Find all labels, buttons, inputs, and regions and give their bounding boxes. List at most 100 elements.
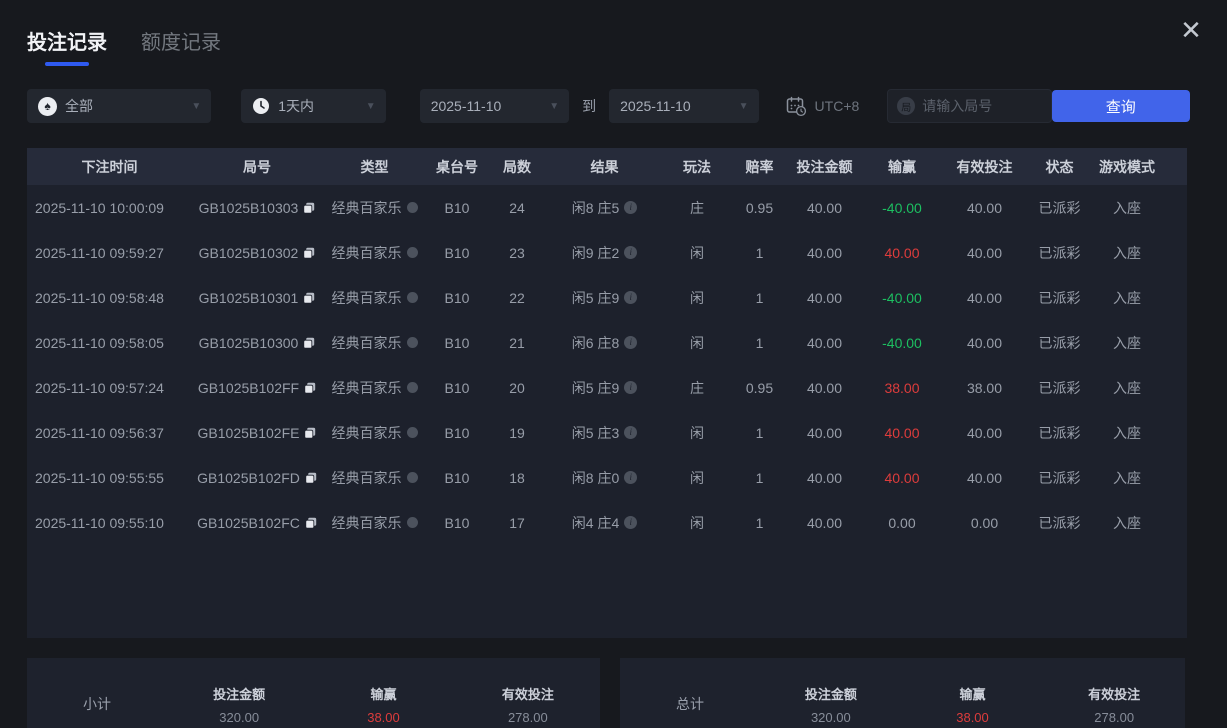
cell-valid-bet: 40.00 — [942, 200, 1027, 216]
tab-bar: 投注记录 额度记录 — [27, 26, 221, 66]
cell-game-type: 经典百家乐 — [322, 198, 427, 218]
info-icon[interactable]: i — [624, 381, 637, 394]
cell-result: 闲9 庄2 i — [547, 243, 662, 263]
cell-round-count: 24 — [487, 200, 547, 216]
subtotal-bet-amount: 投注金额 320.00 — [167, 684, 311, 725]
tab-quota-records[interactable]: 额度记录 — [141, 26, 221, 55]
info-icon[interactable]: i — [624, 291, 637, 304]
tab-quota-records-label: 额度记录 — [141, 26, 221, 55]
table-header-row: 下注时间局号类型桌台号局数结果玩法赔率投注金额输赢有效投注状态游戏模式 — [27, 148, 1187, 185]
round-search-field[interactable]: 局 — [887, 89, 1051, 123]
game-type-dropdown[interactable]: ♠ 全部 ▼ — [27, 89, 211, 123]
table-row[interactable]: 2025-11-10 09:58:48 GB1025B10301 经典百家乐 B… — [27, 275, 1187, 320]
cell-bet-time: 2025-11-10 10:00:09 — [27, 200, 192, 216]
close-icon[interactable]: ✕ — [1177, 16, 1205, 44]
game-type-icon — [407, 427, 418, 438]
tab-bet-records[interactable]: 投注记录 — [27, 26, 107, 66]
table-row[interactable]: 2025-11-10 09:56:37 GB1025B102FE 经典百家乐 B… — [27, 410, 1187, 455]
cell-game-type: 经典百家乐 — [322, 468, 427, 488]
copy-icon[interactable] — [303, 247, 315, 259]
cell-round-id: GB1025B10303 — [192, 200, 322, 216]
info-icon[interactable]: i — [624, 201, 637, 214]
copy-icon[interactable] — [305, 517, 317, 529]
cell-game-mode: 入座 — [1092, 378, 1162, 398]
cell-valid-bet: 40.00 — [942, 425, 1027, 441]
copy-icon[interactable] — [303, 202, 315, 214]
cell-table-no: B10 — [427, 335, 487, 351]
column-header: 局号 — [192, 157, 322, 177]
cell-status: 已派彩 — [1027, 423, 1092, 443]
cell-game-mode: 入座 — [1092, 288, 1162, 308]
cell-game-type: 经典百家乐 — [322, 423, 427, 443]
filter-bar: ♠ 全部 ▼ 1天内 ▼ 2025-11-10 ▼ 到 2025-11-10 ▼… — [27, 89, 1190, 123]
copy-icon[interactable] — [303, 292, 315, 304]
copy-icon[interactable] — [304, 427, 316, 439]
cell-game-mode: 入座 — [1092, 423, 1162, 443]
info-icon[interactable]: i — [624, 426, 637, 439]
date-to-dropdown[interactable]: 2025-11-10 ▼ — [609, 89, 758, 123]
cell-game-mode: 入座 — [1092, 198, 1162, 218]
cell-win-loss: 40.00 — [862, 425, 942, 441]
cell-round-id: GB1025B10301 — [192, 290, 322, 306]
total-panel: 总计 投注金额 320.00 输赢 38.00 有效投注 278.00 — [620, 658, 1185, 728]
cell-result: 闲4 庄4 i — [547, 513, 662, 533]
cell-play-type: 闲 — [662, 243, 732, 263]
copy-icon[interactable] — [303, 337, 315, 349]
subtotal-label: 小计 — [27, 694, 167, 714]
cell-valid-bet: 38.00 — [942, 380, 1027, 396]
cell-round-id: GB1025B102FF — [192, 380, 322, 396]
cell-game-type: 经典百家乐 — [322, 513, 427, 533]
info-icon[interactable]: i — [624, 336, 637, 349]
cell-status: 已派彩 — [1027, 333, 1092, 353]
chevron-down-icon: ▼ — [549, 101, 559, 112]
round-search-input[interactable] — [922, 98, 1032, 114]
time-range-dropdown[interactable]: 1天内 ▼ — [241, 89, 385, 123]
cell-odds: 1 — [732, 290, 787, 306]
cell-win-loss: 40.00 — [862, 470, 942, 486]
info-icon[interactable]: i — [624, 516, 637, 529]
cell-game-type: 经典百家乐 — [322, 333, 427, 353]
cell-odds: 1 — [732, 470, 787, 486]
column-header: 结果 — [547, 157, 662, 177]
cell-result: 闲5 庄9 i — [547, 378, 662, 398]
table-row[interactable]: 2025-11-10 09:55:10 GB1025B102FC 经典百家乐 B… — [27, 500, 1187, 545]
table-row[interactable]: 2025-11-10 09:57:24 GB1025B102FF 经典百家乐 B… — [27, 365, 1187, 410]
cell-valid-bet: 0.00 — [942, 515, 1027, 531]
cell-round-id: GB1025B102FE — [192, 425, 322, 441]
cell-round-count: 23 — [487, 245, 547, 261]
table-body: 2025-11-10 10:00:09 GB1025B10303 经典百家乐 B… — [27, 185, 1187, 545]
cell-result: 闲8 庄0 i — [547, 468, 662, 488]
copy-icon[interactable] — [304, 382, 316, 394]
chevron-down-icon: ▼ — [191, 101, 201, 112]
table-row[interactable]: 2025-11-10 09:58:05 GB1025B10300 经典百家乐 B… — [27, 320, 1187, 365]
cell-play-type: 闲 — [662, 288, 732, 308]
subtotal-panel: 小计 投注金额 320.00 输赢 38.00 有效投注 278.00 — [27, 658, 600, 728]
cell-bet-time: 2025-11-10 09:56:37 — [27, 425, 192, 441]
subtotal-win-loss: 输赢 38.00 — [311, 684, 455, 725]
cell-table-no: B10 — [427, 425, 487, 441]
cell-table-no: B10 — [427, 290, 487, 306]
cell-bet-amount: 40.00 — [787, 200, 862, 216]
table-row[interactable]: 2025-11-10 09:55:55 GB1025B102FD 经典百家乐 B… — [27, 455, 1187, 500]
to-label: 到 — [582, 96, 596, 116]
cell-status: 已派彩 — [1027, 198, 1092, 218]
chevron-down-icon: ▼ — [366, 101, 376, 112]
time-range-value: 1天内 — [278, 96, 314, 116]
date-from-dropdown[interactable]: 2025-11-10 ▼ — [420, 89, 569, 123]
info-icon[interactable]: i — [624, 246, 637, 259]
cell-round-id: GB1025B102FD — [192, 470, 322, 486]
search-button[interactable]: 查询 — [1052, 90, 1190, 122]
game-type-icon — [407, 337, 418, 348]
tab-bet-records-label: 投注记录 — [27, 26, 107, 55]
cell-round-count: 20 — [487, 380, 547, 396]
cell-table-no: B10 — [427, 200, 487, 216]
column-header: 状态 — [1027, 157, 1092, 177]
table-row[interactable]: 2025-11-10 09:59:27 GB1025B10302 经典百家乐 B… — [27, 230, 1187, 275]
info-icon[interactable]: i — [624, 471, 637, 484]
copy-icon[interactable] — [305, 472, 317, 484]
cell-game-mode: 入座 — [1092, 243, 1162, 263]
table-row[interactable]: 2025-11-10 10:00:09 GB1025B10303 经典百家乐 B… — [27, 185, 1187, 230]
timezone-indicator: UTC+8 — [785, 95, 860, 117]
cell-table-no: B10 — [427, 470, 487, 486]
cell-play-type: 闲 — [662, 333, 732, 353]
